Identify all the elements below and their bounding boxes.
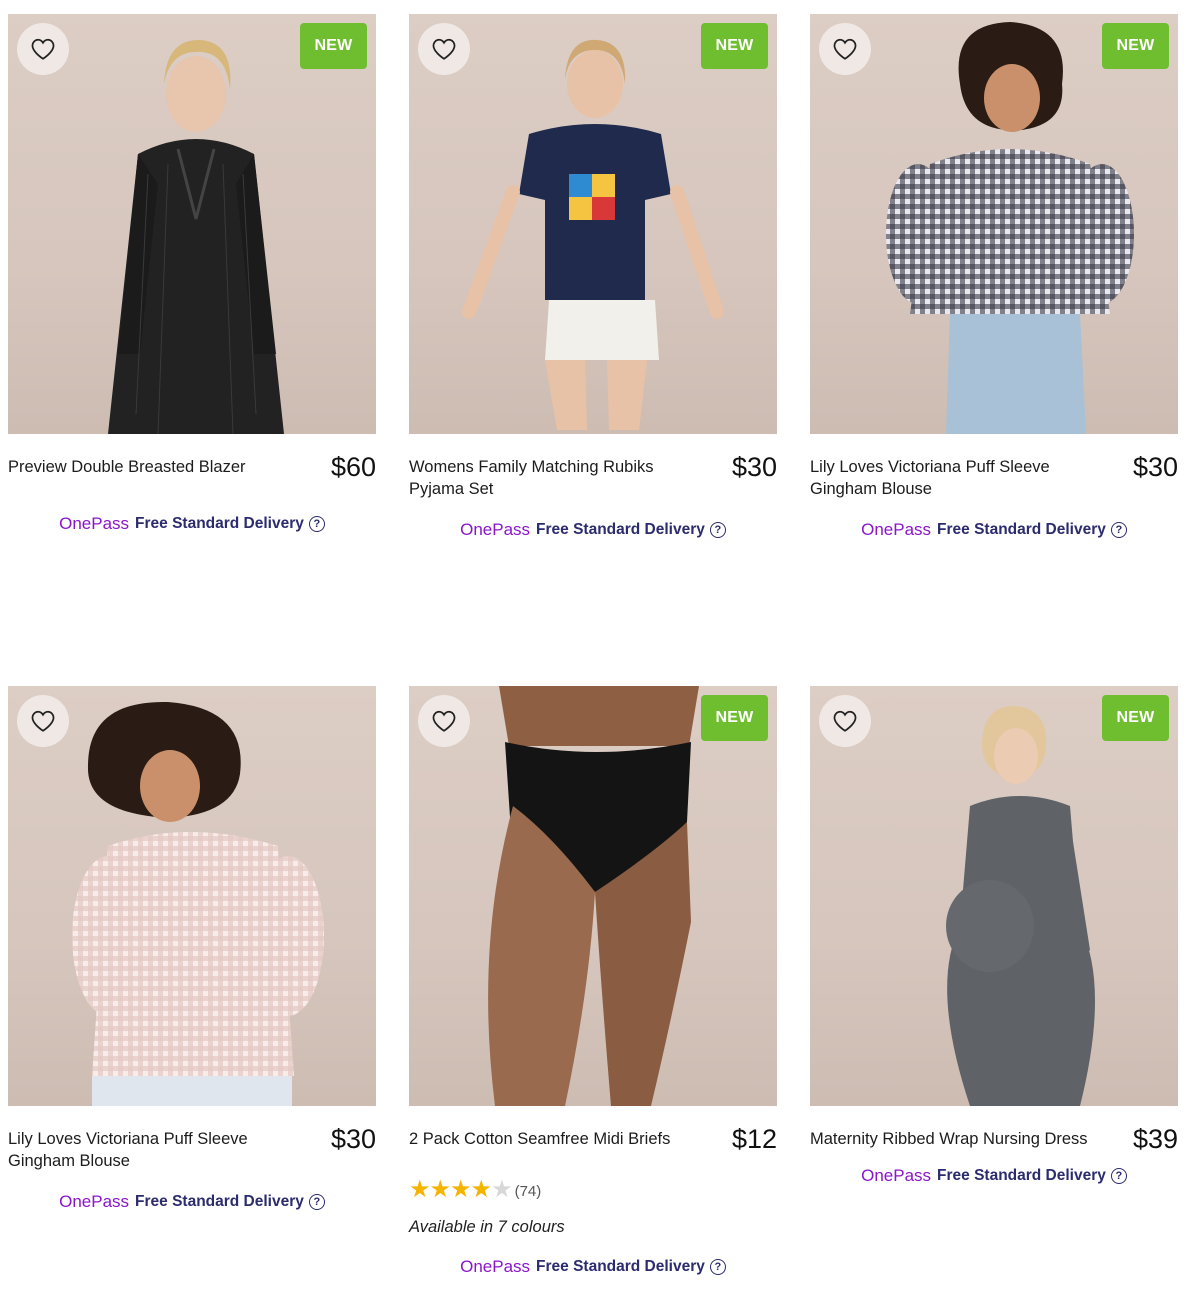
product-image[interactable]: NEW [409, 686, 777, 1106]
product-photo-blazer [108, 39, 284, 434]
heart-icon [833, 38, 857, 60]
product-info: Preview Double Breasted Blazer $60 [8, 434, 376, 494]
product-photo-briefs [488, 686, 699, 1106]
product-info: Lily Loves Victoriana Puff Sleeve Gingha… [8, 1106, 376, 1172]
delivery-text: Free Standard Delivery [536, 521, 705, 538]
product-info: Womens Family Matching Rubiks Pyjama Set… [409, 434, 777, 500]
delivery-text: Free Standard Delivery [135, 1193, 304, 1210]
star-rating-icons: ★★★★★ [409, 1176, 513, 1203]
product-name[interactable]: 2 Pack Cotton Seamfree Midi Briefs [409, 1128, 694, 1150]
product-card[interactable]: NEW Lily Loves Victoriana Puff Sleeve Gi… [810, 14, 1178, 542]
onepass-logo: OnePass [460, 520, 531, 539]
product-photo-maternity-dress [946, 706, 1095, 1106]
heart-icon [432, 710, 456, 732]
heart-icon [31, 710, 55, 732]
onepass-logo: OnePass [460, 1257, 531, 1276]
delivery-text: Free Standard Delivery [937, 521, 1106, 538]
onepass-delivery: OnePass Free Standard Delivery ? [810, 518, 1178, 542]
product-photo-gingham-blouse [886, 22, 1134, 434]
product-info: 2 Pack Cotton Seamfree Midi Briefs $12 [409, 1106, 777, 1166]
help-icon[interactable]: ? [709, 1259, 726, 1275]
product-price: $12 [731, 1124, 777, 1154]
wishlist-heart-button[interactable] [418, 23, 470, 75]
wishlist-heart-button[interactable] [17, 23, 69, 75]
new-badge: NEW [701, 695, 768, 741]
delivery-text: Free Standard Delivery [135, 515, 304, 532]
product-card[interactable]: NEW 2 Pack Cotton Seamfree Midi Briefs $… [409, 686, 777, 1279]
product-price: $30 [1132, 452, 1178, 482]
wishlist-heart-button[interactable] [17, 695, 69, 747]
product-photo-pink-blouse [72, 701, 324, 1106]
product-name[interactable]: Maternity Ribbed Wrap Nursing Dress [810, 1128, 1095, 1150]
help-icon[interactable]: ? [1110, 1168, 1127, 1184]
product-price: $60 [330, 452, 376, 482]
product-name[interactable]: Lily Loves Victoriana Puff Sleeve Gingha… [810, 456, 1095, 500]
onepass-logo: OnePass [861, 1166, 932, 1185]
wishlist-heart-button[interactable] [819, 695, 871, 747]
onepass-logo: OnePass [59, 514, 130, 533]
heart-icon [31, 38, 55, 60]
wishlist-heart-button[interactable] [819, 23, 871, 75]
product-image[interactable]: NEW [8, 14, 376, 434]
heart-icon [432, 38, 456, 60]
product-info: Maternity Ribbed Wrap Nursing Dress $39 [810, 1106, 1178, 1166]
help-icon[interactable]: ? [709, 522, 726, 538]
product-price: $30 [330, 1124, 376, 1154]
product-card[interactable]: NEW Preview Double Breasted Blazer $60 O… [8, 14, 376, 536]
delivery-text: Free Standard Delivery [937, 1167, 1106, 1184]
new-badge: NEW [1102, 23, 1169, 69]
help-icon[interactable]: ? [308, 1194, 325, 1210]
onepass-delivery: OnePass Free Standard Delivery ? [8, 512, 376, 536]
availability-text: Available in 7 colours [409, 1218, 565, 1236]
onepass-delivery: OnePass Free Standard Delivery ? [8, 1190, 376, 1214]
heart-icon [833, 710, 857, 732]
product-info: Lily Loves Victoriana Puff Sleeve Gingha… [810, 434, 1178, 500]
onepass-logo: OnePass [861, 520, 932, 539]
product-name[interactable]: Womens Family Matching Rubiks Pyjama Set [409, 456, 694, 500]
product-card[interactable]: NEW Lily Loves Victoriana Puff Sleeve Gi… [8, 686, 376, 1214]
wishlist-heart-button[interactable] [418, 695, 470, 747]
new-badge: NEW [300, 23, 367, 69]
new-badge: NEW [1102, 695, 1169, 741]
product-card[interactable]: NEW Maternity Ribbed Wrap Nursing Dress … [810, 686, 1178, 1188]
product-image[interactable]: NEW [810, 686, 1178, 1106]
product-image[interactable]: NEW [810, 14, 1178, 434]
onepass-delivery: OnePass Free Standard Delivery ? [409, 1255, 777, 1279]
product-image[interactable]: NEW [8, 686, 376, 1106]
product-price: $39 [1132, 1124, 1178, 1154]
onepass-delivery: OnePass Free Standard Delivery ? [409, 518, 777, 542]
onepass-delivery: OnePass Free Standard Delivery ? [810, 1164, 1178, 1188]
product-card[interactable]: NEW Womens Family Matching Rubiks Pyjama… [409, 14, 777, 542]
product-name[interactable]: Preview Double Breasted Blazer [8, 456, 293, 478]
onepass-logo: OnePass [59, 1192, 130, 1211]
product-price: $30 [731, 452, 777, 482]
review-count[interactable]: (74) [515, 1183, 542, 1200]
product-name[interactable]: Lily Loves Victoriana Puff Sleeve Gingha… [8, 1128, 293, 1172]
product-rating[interactable]: ★★★★★ (74) [409, 1178, 777, 1202]
delivery-text: Free Standard Delivery [536, 1258, 705, 1275]
product-image[interactable]: NEW [409, 14, 777, 434]
product-photo-pyjama [462, 39, 724, 430]
help-icon[interactable]: ? [308, 516, 325, 532]
help-icon[interactable]: ? [1110, 522, 1127, 538]
new-badge: NEW [701, 23, 768, 69]
